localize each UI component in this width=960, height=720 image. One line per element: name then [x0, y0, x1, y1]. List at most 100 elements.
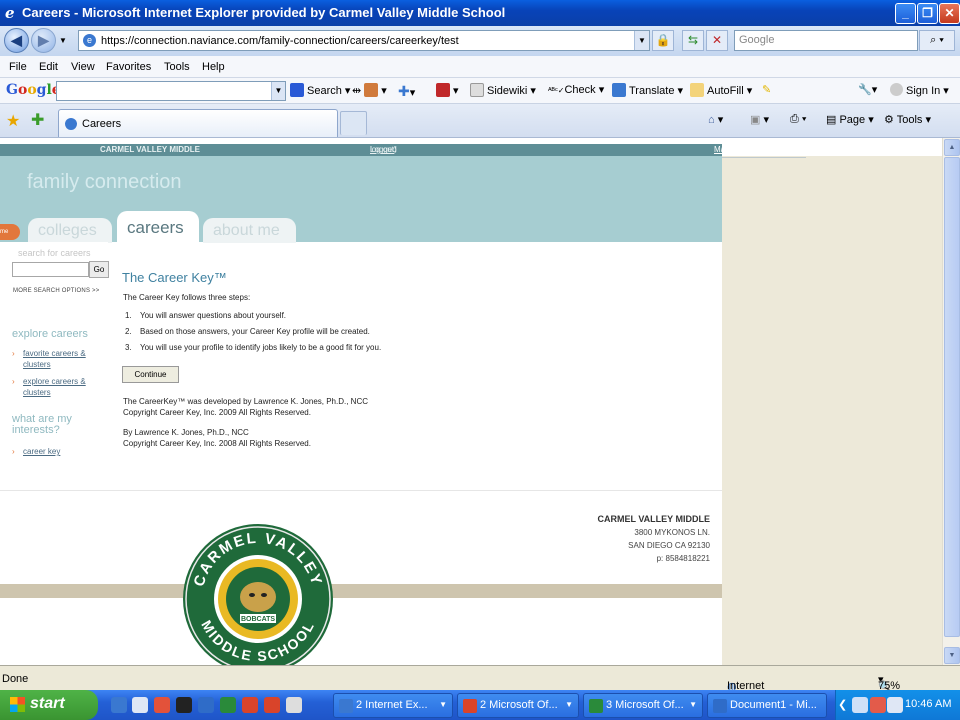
- explore-careers-link[interactable]: › explore careers & clusters: [12, 376, 102, 398]
- ie-quicklaunch-icon[interactable]: [111, 697, 127, 713]
- autofill-button[interactable]: AutoFill ▾: [690, 83, 752, 97]
- sidebar: search for careers Go MORE SEARCH OPTION…: [0, 242, 109, 486]
- zoom-button[interactable]: 🔍 75% ▾: [878, 673, 900, 693]
- word-icon: [713, 699, 727, 713]
- menu-view[interactable]: View: [71, 61, 95, 73]
- menu-tools[interactable]: Tools: [164, 61, 190, 73]
- menu-favorites[interactable]: Favorites: [106, 61, 151, 73]
- career-key-link[interactable]: › career key: [12, 446, 102, 458]
- tray-expand-icon[interactable]: ❮: [838, 698, 847, 711]
- page-viewport: CARMEL VALLEY MIDDLE Logged in as: Ahmad…: [0, 138, 960, 665]
- favorite-careers-link[interactable]: › favorite careers & clusters: [12, 348, 102, 370]
- printer-icon: ⎙: [790, 113, 799, 125]
- ie-logo-icon: e: [5, 4, 15, 22]
- tab-careers[interactable]: Careers: [58, 109, 338, 137]
- toolbar-icons-1[interactable]: ⇹ ▾: [352, 83, 387, 97]
- powerpoint-icon[interactable]: [242, 697, 258, 713]
- top-strip: CARMEL VALLEY MIDDLE Logged in as: Ahmad…: [0, 144, 722, 202]
- address-dropdown-icon[interactable]: ▼: [634, 31, 649, 50]
- sidewiki-button[interactable]: Sidewiki ▾: [470, 83, 536, 97]
- excel-icon: [589, 699, 603, 713]
- menu-file[interactable]: File: [9, 61, 27, 73]
- manage-account-link[interactable]: Manage my account: [714, 144, 786, 156]
- taskbar-ie-button[interactable]: 2 Internet Ex... ▼: [333, 693, 453, 718]
- page-menu-button[interactable]: ▤ Page ▾: [826, 113, 874, 126]
- app-icon-2[interactable]: [176, 697, 192, 713]
- search-button[interactable]: ⌕ ▾: [919, 30, 955, 51]
- feeds-button[interactable]: ▣ ▾: [750, 113, 769, 126]
- translate-icon: [612, 83, 626, 97]
- back-button[interactable]: ◀: [4, 28, 29, 53]
- translate-button[interactable]: Translate ▾: [612, 83, 683, 97]
- step-1: 1. You will answer questions about yourse…: [125, 311, 287, 320]
- step-2: 2. Based on those answers, your Career Ke…: [125, 327, 370, 336]
- credit-line-3: By Lawrence K. Jones, Ph.D., NCC: [123, 428, 249, 437]
- dropdown-icon[interactable]: ▼: [271, 82, 285, 100]
- go-button[interactable]: Go: [89, 261, 109, 278]
- office-icon: [463, 699, 477, 713]
- app-icon-4[interactable]: [286, 697, 302, 713]
- tray-icon-1[interactable]: [852, 697, 868, 713]
- scroll-thumb[interactable]: [944, 157, 960, 637]
- taskbar-word-button[interactable]: Document1 - Mi...: [707, 693, 827, 718]
- home-tab[interactable]: me: [0, 224, 20, 240]
- vertical-scrollbar[interactable]: ▲ ▼: [942, 138, 960, 665]
- tools-menu-button[interactable]: ⚙ Tools ▾: [884, 113, 931, 126]
- home-button[interactable]: ⌂ ▾: [708, 113, 723, 126]
- bookmark-icon: [364, 83, 379, 97]
- favorites-star-icon[interactable]: ★: [6, 111, 20, 131]
- app-icon-1[interactable]: [154, 697, 170, 713]
- plus-button[interactable]: ✚▾: [398, 83, 415, 100]
- minimize-button[interactable]: _: [895, 3, 916, 24]
- scroll-up-button[interactable]: ▲: [944, 139, 960, 156]
- tab-about-me[interactable]: about me: [203, 218, 296, 243]
- ie-icon: [339, 699, 353, 713]
- continue-button[interactable]: Continue: [122, 366, 179, 383]
- app-icon-3[interactable]: [264, 697, 280, 713]
- google-search-input[interactable]: ▼: [56, 81, 286, 101]
- wrench-button[interactable]: 🔧▾: [858, 83, 877, 96]
- refresh-button[interactable]: ⇆: [682, 30, 704, 51]
- maximize-button[interactable]: ❐: [917, 3, 938, 24]
- tab-colleges[interactable]: colleges: [28, 218, 112, 243]
- tab-row: ★ ✚ Careers ⌂ ▾ ▣ ▾ ⎙ ▾ ▤ Page ▾ ⚙ Tools…: [0, 104, 960, 138]
- gear-icon: ⚙: [884, 114, 894, 126]
- forward-button[interactable]: ▶: [31, 28, 56, 53]
- menu-help[interactable]: Help: [202, 61, 225, 73]
- address-field[interactable]: e https://connection.naviance.com/family…: [78, 30, 650, 51]
- tray-icon-3[interactable]: [887, 697, 903, 713]
- print-button[interactable]: ⎙ ▾: [790, 113, 807, 126]
- history-dropdown-icon[interactable]: ▼: [59, 36, 67, 45]
- system-tray: ❮ 10:46 AM: [835, 690, 960, 720]
- tray-icon-2[interactable]: [870, 697, 886, 713]
- excel-icon[interactable]: [220, 697, 236, 713]
- career-search-input[interactable]: [12, 262, 89, 277]
- sign-in-button[interactable]: Sign In ▾: [890, 83, 949, 97]
- tab-careers-active[interactable]: careers: [117, 211, 199, 244]
- search-input[interactable]: Google: [734, 30, 918, 51]
- new-tab-button[interactable]: [340, 111, 367, 135]
- scroll-down-button[interactable]: ▼: [944, 647, 960, 664]
- start-button[interactable]: start: [0, 690, 98, 720]
- stop-button[interactable]: ✕: [706, 30, 728, 51]
- menu-edit[interactable]: Edit: [39, 61, 58, 73]
- check-button[interactable]: ᴬᴮᶜ✓Check ▾: [548, 83, 604, 96]
- intro-text: The Career Key follows three steps:: [123, 293, 251, 302]
- add-favorite-icon[interactable]: ✚: [31, 110, 44, 130]
- web-page: CARMEL VALLEY MIDDLE Logged in as: Ahmad…: [0, 138, 942, 665]
- word-icon[interactable]: [198, 697, 214, 713]
- lock-icon[interactable]: 🔒: [652, 30, 674, 51]
- school-address: CARMEL VALLEY MIDDLE 3800 MYKONOS LN. SA…: [540, 513, 710, 565]
- taskbar-office-button-2[interactable]: 3 Microsoft Of... ▼: [583, 693, 703, 718]
- footer-city: SAN DIEGO CA 92130: [628, 541, 710, 550]
- bullet-icon: ›: [12, 349, 15, 358]
- popup-blocker-button[interactable]: ▾: [436, 83, 459, 97]
- more-search-options-link[interactable]: MORE SEARCH OPTIONS >>: [13, 288, 99, 294]
- page-title: The Career Key™: [122, 270, 227, 285]
- google-search-button[interactable]: Search ▾: [290, 83, 350, 97]
- close-button[interactable]: ✕: [939, 3, 960, 24]
- taskbar-office-button-1[interactable]: 2 Microsoft Of... ▼: [457, 693, 579, 718]
- highlight-icon[interactable]: ✎: [762, 83, 771, 96]
- url-text: https://connection.naviance.com/family-c…: [101, 35, 459, 47]
- desktop-icon[interactable]: [132, 697, 148, 713]
